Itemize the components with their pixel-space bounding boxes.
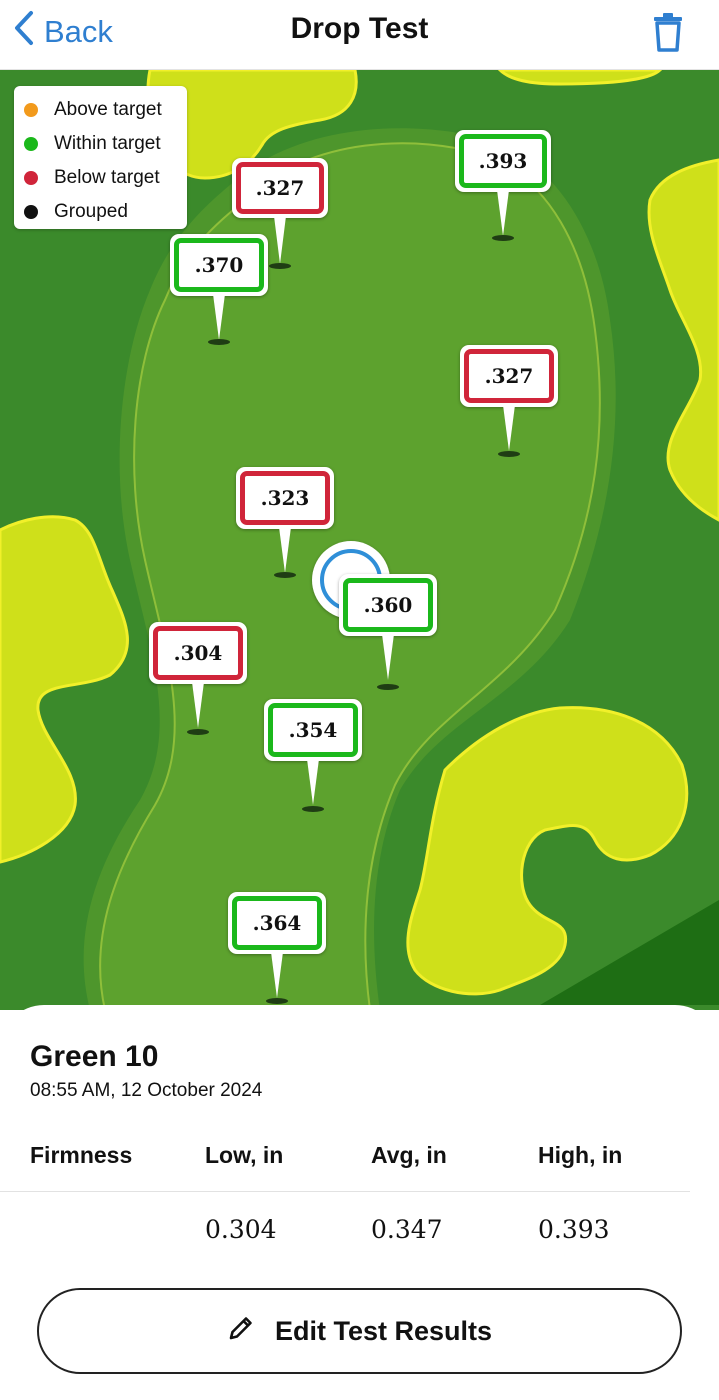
legend-dot (24, 137, 38, 151)
column-header-firmness: Firmness (30, 1142, 133, 1168)
pin-value: .354 (268, 703, 358, 757)
column-header-avg: Avg, in (371, 1142, 447, 1168)
pin-value: .327 (464, 349, 554, 403)
edit-label: Edit Test Results (274, 1315, 493, 1346)
stats-header: Firmness Low, in Avg, in High, in (0, 1142, 719, 1178)
pin-value: .360 (343, 578, 433, 632)
legend-item-grouped: Grouped (24, 195, 177, 229)
legend-item-below: Below target (24, 161, 177, 195)
pin-value: .323 (240, 471, 330, 525)
legend-dot (24, 171, 38, 185)
legend-label: Above target (54, 99, 162, 120)
avg-value: 0.347 (371, 1215, 443, 1244)
results-sheet: Green 10 08:55 AM, 12 October 2024 Firmn… (0, 1005, 719, 1400)
legend-dot (24, 103, 38, 117)
legend-item-above: Above target (24, 93, 177, 127)
legend-label: Below target (54, 167, 160, 188)
legend-label: Grouped (54, 201, 128, 222)
test-timestamp: 08:55 AM, 12 October 2024 (30, 1080, 263, 1101)
high-value: 0.393 (538, 1215, 610, 1244)
pin-value: .370 (174, 238, 264, 292)
legend-label: Within target (54, 133, 161, 154)
map-legend: Above target Within target Below target … (14, 86, 187, 229)
trash-icon[interactable] (651, 12, 685, 52)
divider (0, 1191, 690, 1192)
legend-item-within: Within target (24, 127, 177, 161)
pin-value: .393 (459, 134, 547, 188)
low-value: 0.304 (205, 1215, 277, 1244)
pin-value: .364 (232, 896, 322, 950)
pencil-icon (227, 1314, 255, 1349)
edit-test-results-button[interactable]: Edit Test Results (37, 1288, 682, 1374)
top-nav-bar: Back Drop Test (0, 0, 719, 70)
pin-value: .304 (153, 626, 243, 680)
green-name: Green 10 (30, 1040, 159, 1073)
stats-values-row: 0.304 0.347 0.393 (0, 1215, 719, 1251)
pin-value: .327 (236, 162, 324, 214)
legend-dot (24, 205, 38, 219)
column-header-high: High, in (538, 1142, 623, 1168)
column-header-low: Low, in (205, 1142, 284, 1168)
page-title: Drop Test (290, 12, 429, 45)
